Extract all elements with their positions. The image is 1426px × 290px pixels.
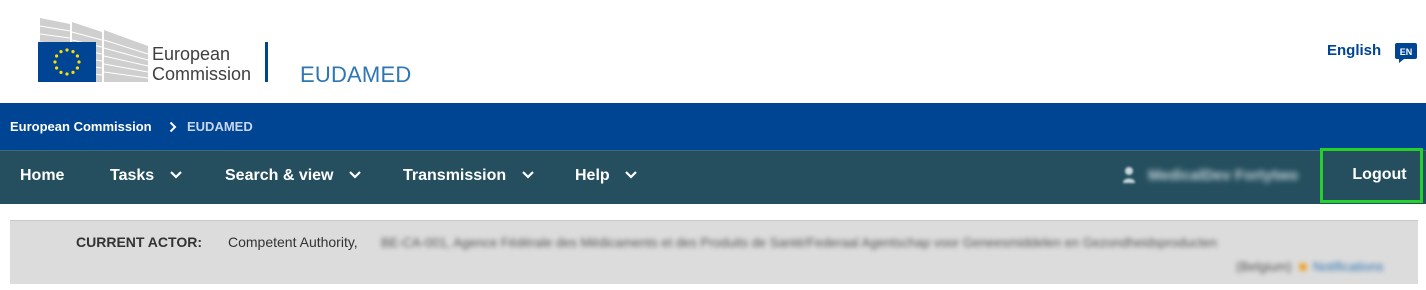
- nav-tasks-label: Tasks: [110, 167, 155, 184]
- nav-transmission-label: Transmission: [403, 167, 507, 184]
- current-actor-country-row: (Belgium) Notifications: [1236, 259, 1384, 274]
- chevron-down-icon: [625, 170, 637, 179]
- current-actor-panel: CURRENT ACTOR: Competent Authority, BE-C…: [10, 220, 1418, 284]
- user-menu[interactable]: MedicalDev Fortytwo: [1122, 151, 1298, 204]
- site-name[interactable]: EUDAMED: [300, 62, 411, 88]
- logo-line-2: Commission: [152, 64, 252, 84]
- notifications-icon: [1299, 263, 1308, 271]
- breadcrumb-european-commission[interactable]: European Commission: [10, 119, 152, 134]
- site-header: European Commission EUDAMED English EN: [0, 0, 1426, 103]
- language-badge-icon[interactable]: EN: [1394, 42, 1418, 64]
- nav-tasks[interactable]: Tasks: [110, 151, 183, 204]
- user-name: MedicalDev Fortytwo: [1148, 167, 1299, 184]
- logo-line-1: European: [152, 44, 231, 64]
- current-actor-type: Competent Authority,: [228, 234, 358, 250]
- logo-text: European Commission: [152, 44, 251, 84]
- language-selector[interactable]: English: [1327, 42, 1381, 59]
- nav-transmission[interactable]: Transmission: [403, 151, 535, 204]
- chevron-down-icon: [349, 170, 361, 179]
- nav-search-view[interactable]: Search & view: [225, 151, 362, 204]
- language-code: EN: [1400, 47, 1413, 57]
- european-commission-logo[interactable]: [10, 14, 150, 84]
- notifications-link[interactable]: Notifications: [1313, 259, 1384, 274]
- breadcrumb: European Commission EUDAMED: [0, 103, 1426, 150]
- current-actor-details: BE-CA-001, Agence Fédérale des Médicamen…: [381, 235, 1218, 250]
- logout-label: Logout: [1352, 166, 1407, 183]
- breadcrumb-eudamed: EUDAMED: [187, 119, 253, 134]
- logo-divider: [265, 42, 268, 82]
- logout-button[interactable]: Logout: [1320, 148, 1423, 203]
- user-icon: [1123, 166, 1135, 183]
- chevron-right-icon: [169, 121, 177, 133]
- nav-home[interactable]: Home: [20, 151, 64, 204]
- current-actor-country: (Belgium): [1236, 259, 1292, 274]
- chevron-down-icon: [169, 170, 182, 179]
- nav-search-view-label: Search & view: [225, 167, 334, 184]
- current-actor-label: CURRENT ACTOR:: [76, 234, 202, 250]
- chevron-down-icon: [521, 170, 534, 179]
- nav-help[interactable]: Help: [575, 151, 638, 204]
- main-navigation: Home Tasks Search & view Transmission He…: [0, 148, 1426, 204]
- nav-help-label: Help: [575, 167, 610, 184]
- nav-home-label: Home: [20, 167, 65, 184]
